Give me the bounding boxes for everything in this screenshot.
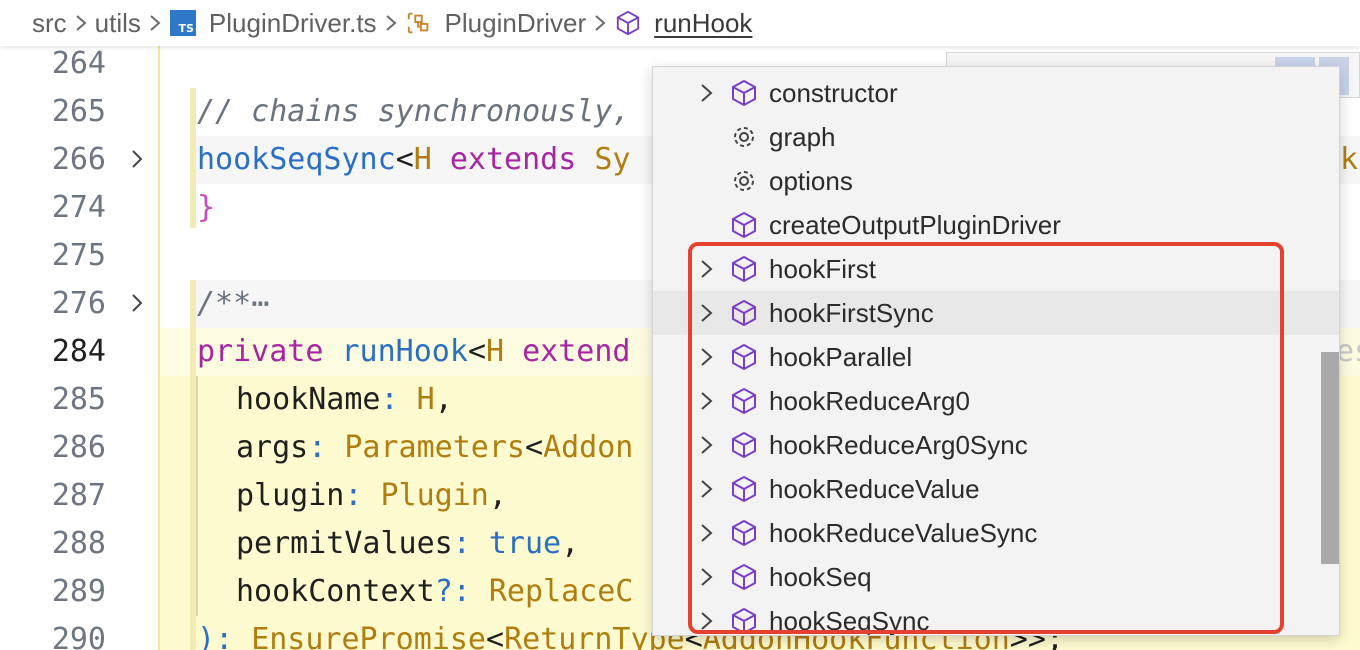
gear-icon (734, 127, 754, 147)
class-icon (405, 9, 433, 37)
chevron-right-icon (586, 10, 614, 36)
line-number: 286 (51, 429, 106, 465)
method-cube-icon (732, 212, 756, 238)
code-text: /**⋯ (197, 285, 270, 321)
chevron-right-icon (67, 10, 95, 36)
symbol-item[interactable]: options (653, 159, 1339, 203)
typescript-file-icon: TS (169, 9, 197, 37)
gear-icon (734, 171, 754, 191)
annotation-highlight-box (688, 242, 1284, 634)
line-number: 266 (51, 141, 106, 177)
code-text: // chains synchronously, (197, 93, 631, 129)
dropdown-scrollbar[interactable] (1321, 352, 1339, 564)
line-number: 289 (51, 573, 106, 609)
code-text: plugin: Plugin, (236, 477, 507, 513)
line-number: 285 (51, 381, 106, 417)
symbol-label: createOutputPluginDriver (769, 209, 1061, 240)
symbol-label: constructor (769, 77, 898, 108)
method-cube-icon (732, 80, 756, 106)
code-text: hookSeqSync<H extends Sy (197, 141, 631, 177)
line-number: 264 (51, 46, 106, 81)
breadcrumb: src utils TS PluginDriver.ts PluginDrive… (0, 0, 1360, 46)
code-text: args: Parameters<Addon (236, 429, 634, 465)
method-cube-icon (614, 9, 642, 37)
chevron-right-icon[interactable] (699, 82, 715, 104)
line-number: 284 (51, 333, 106, 369)
code-text: } (197, 189, 216, 225)
code-text: hookContext?: ReplaceC (236, 573, 634, 609)
symbol-item[interactable]: constructor (653, 71, 1339, 115)
symbol-label: graph (769, 121, 836, 152)
line-number: 287 (51, 477, 106, 513)
code-text-overflow: ks (1340, 141, 1360, 177)
breadcrumb-item-class[interactable]: PluginDriver (445, 8, 587, 39)
line-number: 275 (51, 237, 106, 273)
chevron-right-icon (141, 10, 169, 36)
fold-chevron-icon[interactable] (126, 145, 148, 173)
breadcrumb-item-utils[interactable]: utils (95, 8, 141, 39)
line-number: 274 (51, 189, 106, 225)
chevron-right-icon (377, 10, 405, 36)
line-number: 290 (51, 621, 106, 650)
symbol-label: options (769, 165, 853, 196)
symbol-item[interactable]: graph (653, 115, 1339, 159)
line-number: 276 (51, 285, 106, 321)
line-number: 265 (51, 93, 106, 129)
line-number: 288 (51, 525, 106, 561)
breadcrumb-item-method[interactable]: runHook (654, 8, 752, 39)
symbol-item[interactable]: createOutputPluginDriver (653, 203, 1339, 247)
folded-ellipsis: ⋯ (251, 285, 270, 321)
code-text: private runHook<H extend (197, 333, 631, 369)
breadcrumb-item-src[interactable]: src (32, 8, 67, 39)
code-text: permitValues: true, (236, 525, 580, 561)
fold-chevron-icon[interactable] (126, 289, 148, 317)
code-text: hookName: H, (236, 381, 453, 417)
breadcrumb-item-file[interactable]: PluginDriver.ts (209, 8, 377, 39)
